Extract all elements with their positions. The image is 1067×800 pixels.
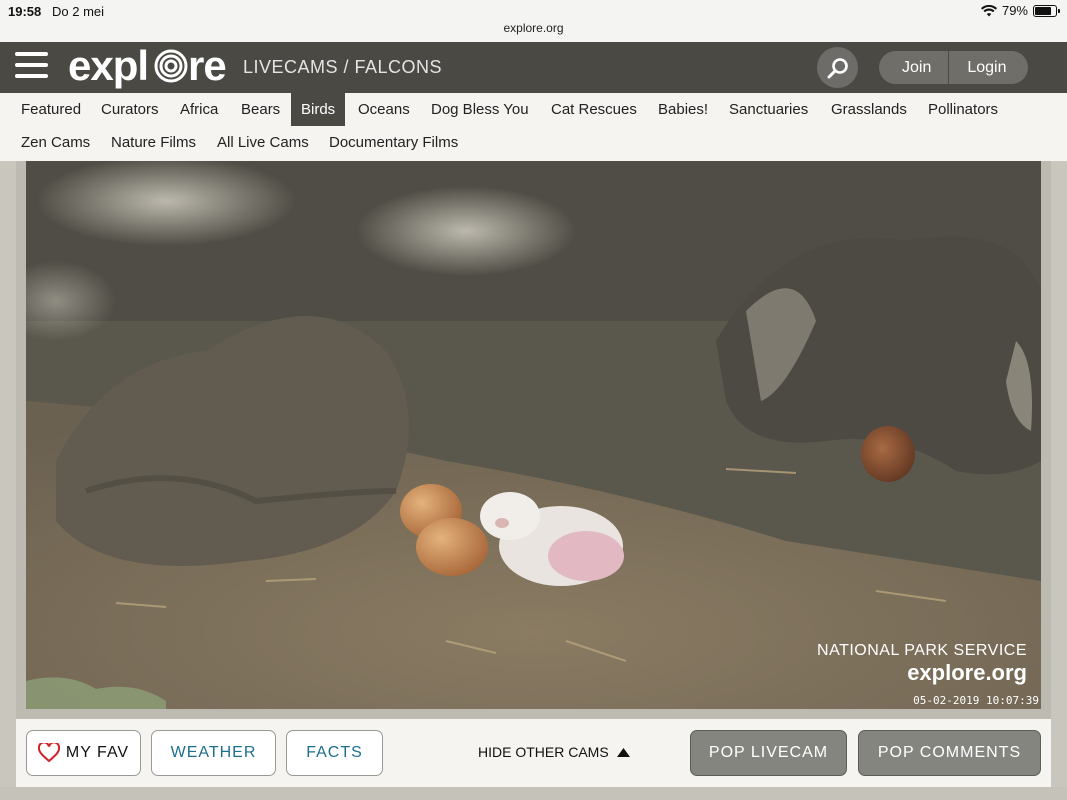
nav-item-cat-rescues[interactable]: Cat Rescues — [541, 93, 647, 126]
watermark-agency: NATIONAL PARK SERVICE — [817, 642, 1027, 659]
search-button[interactable] — [817, 47, 858, 88]
status-date: Do 2 mei — [52, 4, 105, 19]
pop-livecam-button[interactable]: POP LIVECAM — [690, 730, 847, 776]
watermark-logo: explore.org — [907, 660, 1027, 685]
menu-icon[interactable] — [15, 52, 48, 82]
falcon-nest-scene: NATIONAL PARK SERVICE explore.org 05-02-… — [26, 161, 1041, 709]
svg-text:re: re — [188, 44, 226, 89]
nav-item-oceans[interactable]: Oceans — [348, 93, 420, 126]
nav-item-birds[interactable]: Birds — [291, 93, 346, 126]
other-cams-strip — [0, 787, 1067, 800]
auth-group: Join Login — [879, 51, 1028, 84]
join-button[interactable]: Join — [879, 51, 950, 84]
player-controls: MY FAV WEATHER FACTS HIDE OTHER CAMS POP… — [16, 719, 1051, 787]
hide-other-cams-label: HIDE OTHER CAMS — [478, 744, 609, 760]
battery-percent: 79% — [1001, 3, 1028, 18]
my-fav-label: MY FAV — [65, 744, 130, 761]
login-button[interactable]: Login — [949, 51, 1027, 84]
livecam-video[interactable]: NATIONAL PARK SERVICE explore.org 05-02-… — [26, 161, 1041, 709]
facts-button[interactable]: FACTS — [286, 730, 383, 776]
nav-item-documentary-films[interactable]: Documentary Films — [319, 126, 468, 159]
battery-icon — [1033, 4, 1060, 17]
search-icon — [827, 57, 848, 78]
nav-item-bears[interactable]: Bears — [231, 93, 290, 126]
nav-item-all-live-cams[interactable]: All Live Cams — [207, 126, 319, 159]
weather-button[interactable]: WEATHER — [151, 730, 276, 776]
nav-item-zen-cams[interactable]: Zen Cams — [11, 126, 100, 159]
status-time: 19:58 — [8, 4, 42, 19]
status-bar: 19:58 Do 2 mei explore.org 79% — [0, 0, 1067, 42]
svg-text:expl: expl — [68, 44, 148, 89]
nav-item-nature-films[interactable]: Nature Films — [101, 126, 206, 159]
address-bar-url[interactable]: explore.org — [0, 21, 1067, 35]
explore-logo-mark: expl re — [68, 42, 227, 89]
nav-item-grasslands[interactable]: Grasslands — [821, 93, 917, 126]
nav-item-featured[interactable]: Featured — [11, 93, 91, 126]
category-nav: Featured Curators Africa Bears Birds Oce… — [0, 93, 1067, 161]
my-fav-button[interactable]: MY FAV — [26, 730, 141, 776]
status-indicators: 79% — [980, 3, 1060, 18]
nav-item-curators[interactable]: Curators — [91, 93, 169, 126]
nav-item-pollinators[interactable]: Pollinators — [918, 93, 1008, 126]
nav-item-dog-bless-you[interactable]: Dog Bless You — [421, 93, 539, 126]
caret-up-icon — [616, 747, 630, 757]
nav-item-sanctuaries[interactable]: Sanctuaries — [719, 93, 818, 126]
pop-comments-button[interactable]: POP COMMENTS — [858, 730, 1041, 776]
nav-item-babies[interactable]: Babies! — [648, 93, 718, 126]
wifi-icon — [980, 4, 997, 16]
hide-other-cams-toggle[interactable]: HIDE OTHER CAMS — [478, 744, 630, 760]
video-timestamp: 05-02-2019 10:07:39 — [913, 694, 1039, 707]
nav-item-africa[interactable]: Africa — [170, 93, 228, 126]
heart-icon — [37, 743, 60, 763]
site-header: expl re LIVECAMS / FALCONS Join Login — [0, 42, 1067, 93]
breadcrumb[interactable]: LIVECAMS / FALCONS — [243, 57, 442, 78]
battery-level — [1035, 6, 1051, 15]
